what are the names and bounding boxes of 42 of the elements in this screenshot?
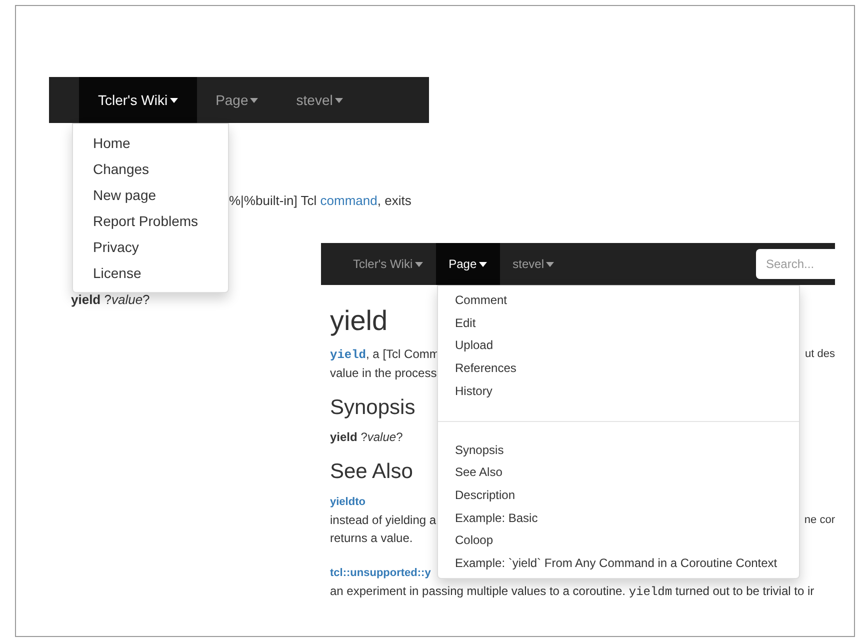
paragraph-text: yieldto xyxy=(330,495,366,510)
paragraph-text: instead of yielding a xyxy=(330,512,436,529)
paragraph-text: returns a value. xyxy=(330,530,413,547)
caret-icon xyxy=(250,98,258,102)
caret-icon xyxy=(414,262,423,266)
section-heading: See Also xyxy=(330,459,413,485)
paragraph-text: yield ?value? xyxy=(330,429,403,446)
menu-item[interactable]: Synopsis xyxy=(438,438,799,462)
menu-item[interactable]: Home xyxy=(73,130,228,156)
menu-item[interactable]: Changes xyxy=(73,156,228,182)
menu-item[interactable]: Example: `yield` From Any Command in a Coroutine Context xyxy=(438,552,799,575)
paragraph-text: yield ?value? xyxy=(71,291,150,309)
menu-item[interactable]: Description xyxy=(438,484,799,507)
nav-menu[interactable]: stevel xyxy=(500,243,568,285)
menu-item[interactable]: Edit xyxy=(438,312,799,334)
paragraph-text: tcl::unsupported::y xyxy=(330,566,431,581)
page-heading: yield xyxy=(330,305,388,337)
paragraph-text: %|%built-in] Tcl command, exits xyxy=(229,192,412,210)
menu-item[interactable]: Report Problems xyxy=(73,208,228,234)
menu-item[interactable]: References xyxy=(438,357,799,380)
caret-icon xyxy=(478,262,487,266)
caret-icon xyxy=(170,98,178,102)
paragraph-text: an experiment in passing multiple values to a coroutine. yieldm turned out to be trivial to ir xyxy=(330,583,814,599)
section-heading: Synopsis xyxy=(330,395,416,421)
menu-item[interactable]: Coloop xyxy=(438,529,799,552)
menu-item[interactable]: Privacy xyxy=(73,234,228,260)
menu-item[interactable]: Comment xyxy=(438,289,799,312)
nav-menu[interactable]: Tcler's Wiki xyxy=(79,77,197,123)
menu-item[interactable]: License xyxy=(73,260,228,286)
paragraph-text: value in the process xyxy=(330,365,437,382)
menu-item[interactable]: History xyxy=(438,380,799,403)
menu-item[interactable]: See Also xyxy=(438,461,799,484)
nav-menu[interactable]: Page xyxy=(196,77,278,123)
menu-item[interactable]: Example: Basic xyxy=(438,506,799,530)
caret-icon xyxy=(334,98,343,102)
menu-item[interactable]: New page xyxy=(73,182,228,208)
nav-menu[interactable]: Tcler's Wiki xyxy=(340,243,436,285)
nav-menu[interactable]: Page xyxy=(436,243,500,285)
search-field[interactable]: Search... xyxy=(756,249,835,279)
caret-icon xyxy=(546,262,554,266)
menu-item[interactable]: Upload xyxy=(438,334,799,358)
nav-menu[interactable]: stevel xyxy=(277,77,362,123)
